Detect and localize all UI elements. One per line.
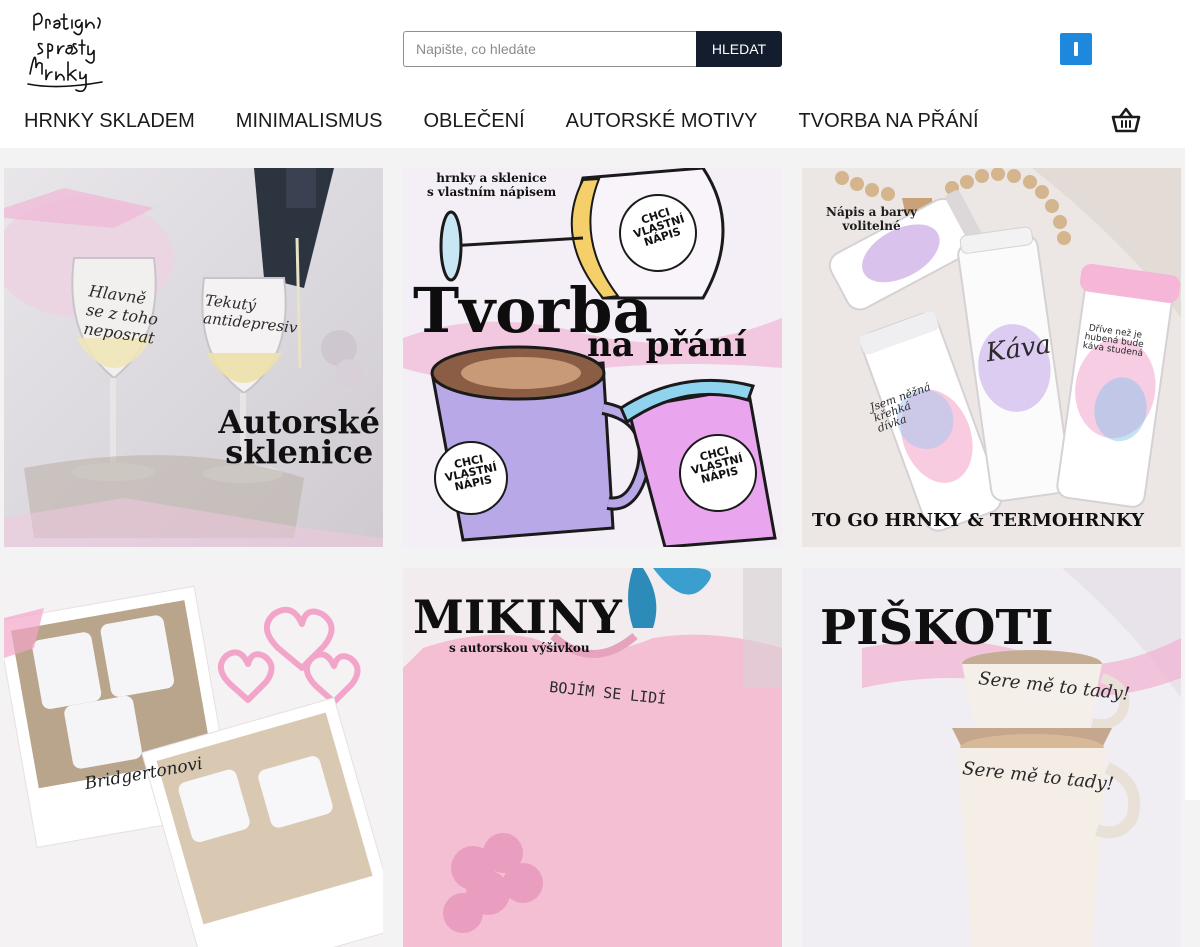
tile-subtitle: s autorskou výšivkou — [449, 641, 590, 655]
tile-subtitle-line1: Nápis a barvy — [826, 205, 918, 219]
nav-item-obleceni[interactable]: OBLEČENÍ — [423, 108, 524, 136]
nav-item-hrnky-skladem[interactable]: HRNKY SKLADEM — [24, 108, 195, 136]
tile-subtitle-line2: s vlastním nápisem — [427, 184, 557, 199]
nav-item-tvorba-na-prani[interactable]: TVORBA NA PŘÁNÍ — [799, 108, 979, 136]
category-tile-bridgertonovi[interactable]: Bridgertonovi — [4, 568, 383, 947]
search-form: HLEDAT — [403, 31, 782, 67]
search-input[interactable] — [403, 31, 697, 67]
tile-title-line2: na přání — [587, 325, 747, 365]
category-tile-mikiny[interactable]: MIKINY s autorskou výšivkou BOJÍM SE LID… — [403, 568, 782, 947]
category-tile-tvorba-na-prani[interactable]: hrnky a sklenice s vlastním nápisem Tvor… — [403, 168, 782, 547]
tile-title-line2: sklenice — [225, 433, 374, 471]
nav-item-autorske-motivy[interactable]: AUTORSKÉ MOTIVY — [566, 108, 758, 136]
tile-subtitle-line2: volitelné — [842, 218, 901, 233]
main-nav: HRNKY SKLADEM MINIMALISMUS OBLEČENÍ AUTO… — [24, 108, 979, 136]
page-edge — [1185, 148, 1200, 800]
account-button[interactable] — [1060, 33, 1092, 65]
site-header: HLEDAT HRNKY SKLADEM MINIMALISMUS OBLEČE… — [0, 0, 1200, 148]
category-tile-piskoti[interactable]: PIŠKOTI Sere mě to tady! Sere mě to tady… — [802, 568, 1181, 947]
nav-item-minimalismus[interactable]: MINIMALISMUS — [236, 108, 383, 136]
tile-subtitle-line1: hrnky a sklenice — [436, 171, 547, 185]
site-logo[interactable] — [20, 6, 112, 92]
category-tile-to-go-hrnky[interactable]: Nápis a barvy volitelné Káva Jsem něžná … — [802, 168, 1181, 547]
tile-title: MIKINY — [413, 590, 622, 644]
wine-glasses-photo — [4, 168, 383, 547]
category-tile-autorske-sklenice[interactable]: Hlavně se z toho neposrat Tekutý antidep… — [4, 168, 383, 547]
user-icon — [1074, 42, 1078, 56]
search-button[interactable]: HLEDAT — [696, 31, 782, 67]
basket-icon[interactable] — [1111, 106, 1141, 134]
tile-title: PIŠKOTI — [820, 600, 1054, 656]
tile-title: TO GO HRNKY & TERMOHRNKY — [812, 510, 1144, 531]
